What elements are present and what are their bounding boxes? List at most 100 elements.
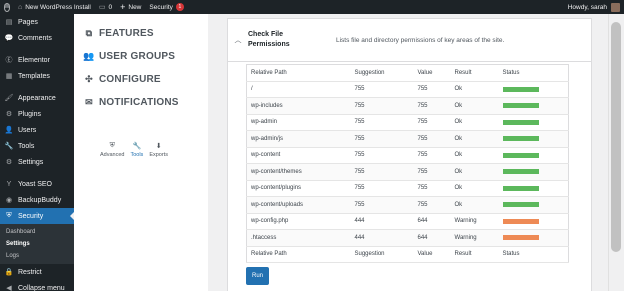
security-notification-badge: 1 — [175, 3, 184, 11]
cell-status — [498, 213, 569, 230]
status-bar-ok — [502, 136, 539, 142]
sidebar-item-security[interactable]: ⛨ Security — [0, 208, 74, 224]
cell-result: Ok — [450, 163, 499, 181]
table-row: wp-content/uploads 755 755 Ok — [246, 196, 569, 214]
security-submenu: Dashboard Settings Logs — [0, 224, 74, 264]
tools-icon: 🔧 — [4, 143, 14, 150]
nav-label: FEATURES — [99, 28, 154, 39]
cell-value: 644 — [413, 229, 451, 247]
sidebar-item-appearance[interactable]: 🖌 Appearance — [0, 90, 74, 106]
chevron-up-icon[interactable]: ︿ — [228, 35, 248, 45]
sidebar-item-yoast-seo[interactable]: Y Yoast SEO — [0, 176, 74, 192]
col-header-value: Value — [413, 64, 451, 82]
cell-result: Ok — [450, 114, 499, 131]
status-bar-ok — [502, 86, 539, 92]
cell-result: Ok — [450, 97, 499, 115]
table-row: wp-content/plugins 755 755 Ok — [246, 180, 569, 197]
col-header-path: Relative Path — [246, 64, 351, 82]
site-name-link[interactable]: ⌂ New WordPress Install — [14, 0, 95, 14]
sidebar-item-label: Collapse menu — [18, 284, 65, 291]
cell-result: Ok — [450, 180, 499, 197]
cell-status — [498, 147, 569, 164]
cell-result: Warning — [450, 229, 499, 247]
table-row: wp-includes 755 755 Ok — [246, 97, 569, 115]
features-icon: ⧉ — [85, 28, 93, 38]
new-content-link[interactable]: + New — [116, 0, 145, 14]
tab-advanced[interactable]: ⛨ Advanced — [100, 142, 124, 158]
cell-suggestion: 755 — [350, 163, 414, 181]
comments-link[interactable]: ▭ 0 — [95, 0, 116, 14]
cell-result: Ok — [450, 147, 499, 164]
cell-result: Ok — [450, 81, 499, 98]
check-file-permissions-header[interactable]: ︿ Check File Permissions Lists file and … — [227, 18, 592, 62]
shield-icon: ⛨ — [6, 212, 12, 219]
account-menu[interactable]: Howdy, sarah — [568, 2, 624, 12]
run-button[interactable]: Run — [246, 267, 269, 285]
status-bar-ok — [502, 103, 539, 109]
users-icon: 👤 — [4, 127, 14, 134]
security-nav-panel: ⧉ FEATURES 👥 USER GROUPS ✣ CONFIGURE ✉ NOTIFICA… — [74, 14, 208, 291]
pages-icon: ▤ — [5, 19, 13, 26]
cell-path: wp-content — [246, 147, 351, 164]
admin-bar: W ⌂ New WordPress Install ▭ 0 + New Secu… — [0, 0, 624, 14]
status-bar-warning — [502, 218, 539, 224]
tab-tools[interactable]: 🔧 Tools — [130, 142, 143, 158]
submenu-item-logs[interactable]: Logs — [0, 250, 74, 262]
cell-value: 755 — [413, 97, 451, 115]
permissions-table: Relative Path Suggestion Value Result St… — [246, 64, 569, 263]
nav-features[interactable]: ⧉ FEATURES — [74, 22, 208, 45]
cell-suggestion: 755 — [350, 114, 414, 131]
cell-status — [498, 97, 569, 115]
collapse-menu-button[interactable]: ◀ Collapse menu — [0, 280, 74, 291]
cell-status — [498, 196, 569, 214]
sidebar-item-pages[interactable]: ▤ Pages — [0, 14, 74, 30]
cell-status — [498, 163, 569, 181]
tools-icon: 🔧 — [132, 143, 142, 150]
nav-notifications[interactable]: ✉ NOTIFICATIONS — [74, 91, 208, 114]
status-bar-ok — [502, 185, 539, 191]
sidebar-item-settings[interactable]: ⚙ Settings — [0, 154, 74, 170]
table-row: /755 755 Ok — [246, 81, 569, 98]
status-bar-ok — [502, 119, 539, 125]
plugins-icon: ⚙ — [5, 111, 13, 118]
exports-icon: ⬇ — [155, 143, 162, 150]
nav-user-groups[interactable]: 👥 USER GROUPS — [74, 45, 208, 68]
tools-tabs: ⛨ Advanced 🔧 Tools ⬇ Exports — [100, 142, 168, 158]
security-menu-link[interactable]: Security 1 — [145, 0, 187, 14]
sidebar-item-restrict[interactable]: 🔒 Restrict — [0, 264, 74, 280]
submenu-item-settings[interactable]: Settings — [0, 238, 74, 250]
sidebar-item-elementor[interactable]: Ⓔ Elementor — [0, 52, 74, 68]
home-icon: ⌂ — [18, 3, 23, 11]
cell-path: wp-content/plugins — [246, 180, 351, 197]
wordpress-logo-icon[interactable]: W — [0, 0, 14, 14]
scrollbar-thumb[interactable] — [611, 22, 621, 252]
sidebar-item-label: Pages — [18, 18, 38, 26]
cell-suggestion: 755 — [350, 130, 414, 148]
nav-label: NOTIFICATIONS — [99, 97, 179, 108]
nav-configure[interactable]: ✣ CONFIGURE — [74, 68, 208, 91]
sidebar-item-tools[interactable]: 🔧 Tools — [0, 138, 74, 154]
sidebar-item-label: Plugins — [18, 110, 41, 118]
table-row: wp-content/themes 755 755 Ok — [246, 163, 569, 181]
col-footer-result: Result — [450, 246, 499, 263]
table-row: wp-content 755 755 Ok — [246, 147, 569, 164]
cell-result: Ok — [450, 196, 499, 214]
status-bar-ok — [502, 169, 539, 175]
cell-suggestion: 755 — [350, 196, 414, 214]
sidebar-item-plugins[interactable]: ⚙ Plugins — [0, 106, 74, 122]
collapse-icon: ◀ — [6, 285, 12, 291]
col-header-status: Status — [498, 64, 569, 82]
status-bar-ok — [502, 202, 539, 208]
table-row: wp-admin 755 755 Ok — [246, 114, 569, 131]
sidebar-item-backupbuddy[interactable]: ◉ BackupBuddy — [0, 192, 74, 208]
sidebar-item-templates[interactable]: ▦ Templates — [0, 68, 74, 84]
nav-label: CONFIGURE — [99, 74, 161, 85]
plus-icon: + — [120, 2, 126, 12]
cell-suggestion: 755 — [350, 97, 414, 115]
status-bar-ok — [502, 152, 539, 158]
tab-label: Advanced — [100, 152, 125, 158]
submenu-item-dashboard[interactable]: Dashboard — [0, 226, 74, 238]
tab-exports[interactable]: ⬇ Exports — [149, 142, 168, 158]
sidebar-item-comments[interactable]: 💬 Comments — [0, 30, 74, 46]
sidebar-item-users[interactable]: 👤 Users — [0, 122, 74, 138]
